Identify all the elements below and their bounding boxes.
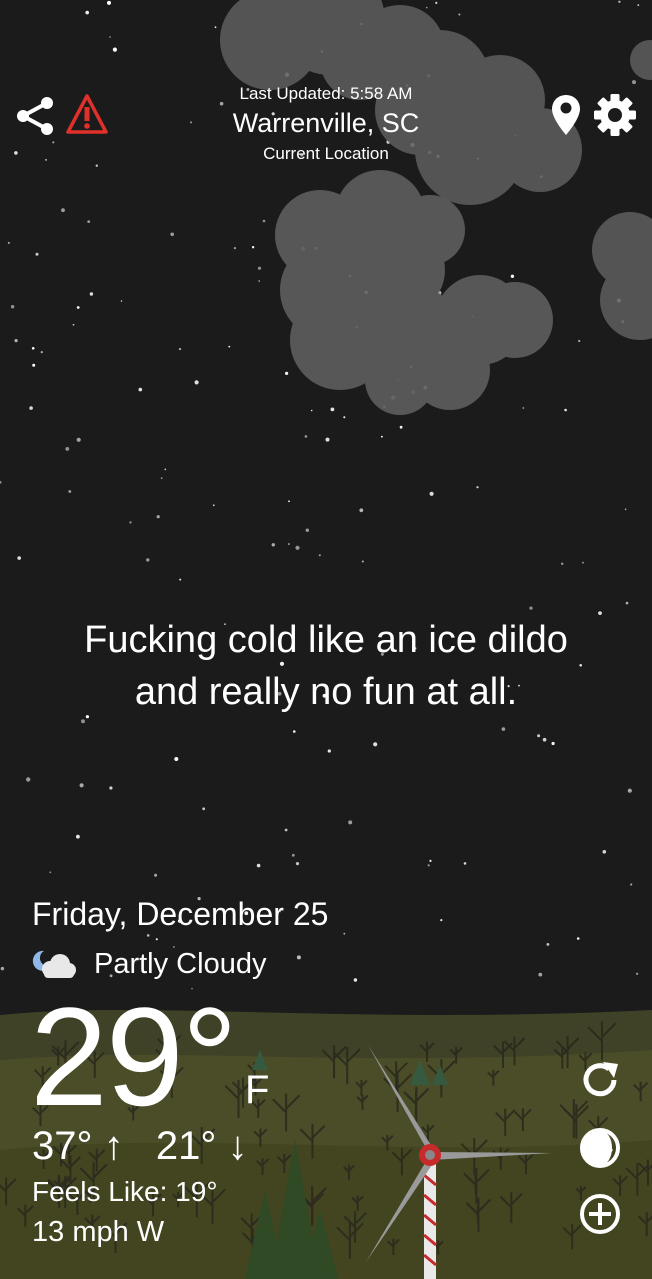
current-location-label: Current Location [263, 144, 389, 163]
down-arrow-icon: ↓ [227, 1124, 248, 1168]
high-low-temperatures: 37° ↑ 21° ↓ [32, 1124, 248, 1169]
weather-quote: Fucking cold like an ice dildo and reall… [0, 614, 652, 718]
location-pin-icon [552, 95, 580, 135]
temperature-unit[interactable]: F [245, 1068, 269, 1113]
moon-phase-button[interactable] [576, 1124, 624, 1172]
city-name[interactable]: Warrenville, SC [126, 108, 526, 139]
last-updated-label: Last Updated: 5:58 AM [239, 84, 413, 103]
high-temperature: 37° [32, 1124, 93, 1168]
weather-quote-line-2: and really no fun at all. [134, 671, 518, 713]
add-circle-icon [580, 1194, 620, 1234]
partly-cloudy-night-icon [32, 950, 76, 978]
gear-icon [594, 94, 636, 136]
moon-phase-icon [580, 1128, 620, 1168]
weather-alert-button[interactable] [64, 92, 110, 136]
share-button[interactable] [14, 94, 58, 138]
low-temperature: 21° [155, 1124, 217, 1168]
refresh-icon [583, 1062, 618, 1097]
current-temperature: 29° [30, 978, 238, 1135]
share-icon [17, 97, 53, 135]
up-arrow-icon: ↑ [103, 1124, 124, 1168]
weather-quote-line-1: Fucking cold like an ice dildo [84, 619, 568, 661]
warning-triangle-icon [66, 94, 108, 134]
settings-button[interactable] [592, 92, 638, 138]
refresh-button[interactable] [576, 1056, 624, 1104]
location-button[interactable] [548, 92, 584, 138]
condition-text: Partly Cloudy [94, 947, 267, 980]
feels-like: Feels Like: 19° [32, 1176, 218, 1207]
add-location-button[interactable] [576, 1190, 624, 1238]
forecast-date: Friday, December 25 [32, 896, 329, 932]
wind-speed: 13 mph W [32, 1216, 165, 1248]
